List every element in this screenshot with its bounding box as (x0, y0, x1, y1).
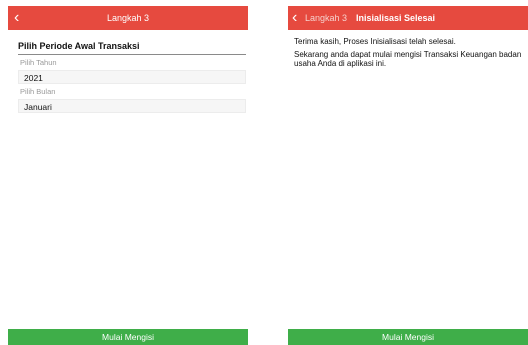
back-link[interactable]: Langkah 3 (305, 6, 347, 30)
period-section-title: Pilih Periode Awal Transaksi (18, 41, 140, 51)
chevron-left-icon[interactable]: ‹ (292, 6, 297, 30)
left-screen: ‹ Langkah 3 Pilih Periode Awal Transaksi… (8, 0, 248, 345)
right-header-title: Inisialisasi Selesai (356, 13, 436, 23)
left-header: ‹ Langkah 3 (8, 6, 248, 30)
start-filling-button[interactable]: Mulai Mengisi (288, 329, 528, 345)
year-select[interactable]: 2021 (18, 70, 246, 84)
year-label: Pilih Tahun (20, 58, 57, 67)
section-divider (18, 54, 246, 55)
month-select[interactable]: Januari (18, 99, 246, 113)
completion-message: Terima kasih, Proses Inisialisasi telah … (294, 37, 456, 46)
right-screen: ‹ Langkah 3 Inisialisasi Selesai Terima … (288, 0, 528, 345)
instruction-message: Sekarang anda dapat mulai mengisi Transa… (294, 50, 522, 68)
right-header: ‹ Langkah 3 Inisialisasi Selesai (288, 6, 528, 30)
month-label: Pilih Bulan (20, 87, 56, 96)
left-header-title: Langkah 3 (106, 13, 150, 23)
start-filling-button[interactable]: Mulai Mengisi (8, 329, 248, 345)
